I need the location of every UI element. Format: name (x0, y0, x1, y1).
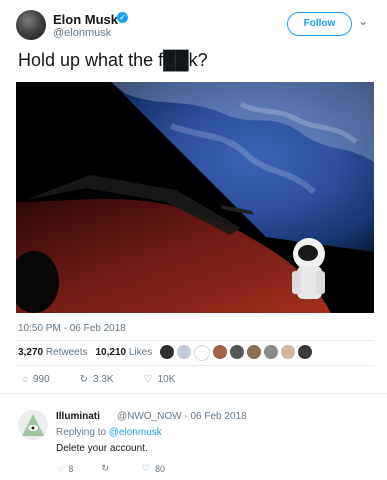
liker-avatar[interactable] (194, 345, 210, 361)
liker-avatar[interactable] (264, 345, 278, 359)
reply-retweet-action[interactable]: ↻ (101, 463, 114, 474)
chevron-down-icon[interactable]: ⌄ (358, 14, 368, 28)
liker-avatar[interactable] (247, 345, 261, 359)
liker-avatar[interactable] (213, 345, 227, 359)
tweet-stats: 3,270 Retweets 10,210 Likes (18, 347, 152, 358)
like-action[interactable]: ♡ 10K (144, 374, 176, 385)
follow-button[interactable]: Follow (287, 12, 352, 36)
replying-to-handle[interactable]: @elonmusk (109, 427, 162, 438)
reply-actions: ◌ 8 ↻ ♡ 80 (58, 463, 165, 474)
liker-avatar[interactable] (177, 345, 191, 359)
divider (0, 393, 387, 394)
author-avatar[interactable] (16, 10, 46, 40)
author-name[interactable]: Elon Musk (53, 12, 118, 27)
reply-reply-action[interactable]: ◌ 8 (58, 463, 73, 474)
author-handle[interactable]: @elonmusk (53, 27, 111, 39)
heart-icon: ♡ (141, 463, 150, 473)
reply-action[interactable]: ◌ 990 (22, 374, 50, 385)
tweet-text: Hold up what the f██k? (18, 50, 208, 70)
likes-stat[interactable]: 10,210 Likes (96, 347, 153, 358)
retweet-action[interactable]: ↻ 3.3K (80, 374, 114, 385)
replying-to: Replying to @elonmusk (56, 427, 162, 438)
reply-avatar[interactable] (18, 410, 48, 440)
reply-text: Delete your account. (56, 443, 148, 454)
verified-badge-icon: ✓ (117, 12, 128, 23)
retweet-icon: ↻ (101, 463, 109, 473)
reply-author-name[interactable]: Illuminati (56, 411, 100, 422)
liker-avatar[interactable] (160, 345, 174, 359)
replying-to-label: Replying to (56, 427, 107, 438)
reply-icon: ◌ (22, 374, 28, 385)
liker-avatar[interactable] (230, 345, 244, 359)
heart-icon: ♡ (143, 374, 153, 385)
tweet-actions: ◌ 990 ↻ 3.3K ♡ 10K (22, 374, 175, 385)
liker-avatars (160, 345, 312, 361)
tweet-image[interactable] (16, 82, 374, 313)
reply-author-handle-date[interactable]: @NWO_NOW · 06 Feb 2018 (117, 411, 247, 422)
retweets-stat[interactable]: 3,270 Retweets (18, 347, 88, 358)
retweet-icon: ↻ (79, 374, 89, 385)
reply-like-action[interactable]: ♡ 80 (142, 463, 165, 474)
divider (16, 340, 374, 341)
liker-avatar[interactable] (281, 345, 295, 359)
liker-avatar[interactable] (298, 345, 312, 359)
reply-icon: ◌ (58, 463, 64, 474)
tweet-timestamp[interactable]: 10:50 PM - 06 Feb 2018 (18, 323, 126, 334)
divider (16, 365, 374, 366)
earth-car-image (16, 82, 374, 313)
